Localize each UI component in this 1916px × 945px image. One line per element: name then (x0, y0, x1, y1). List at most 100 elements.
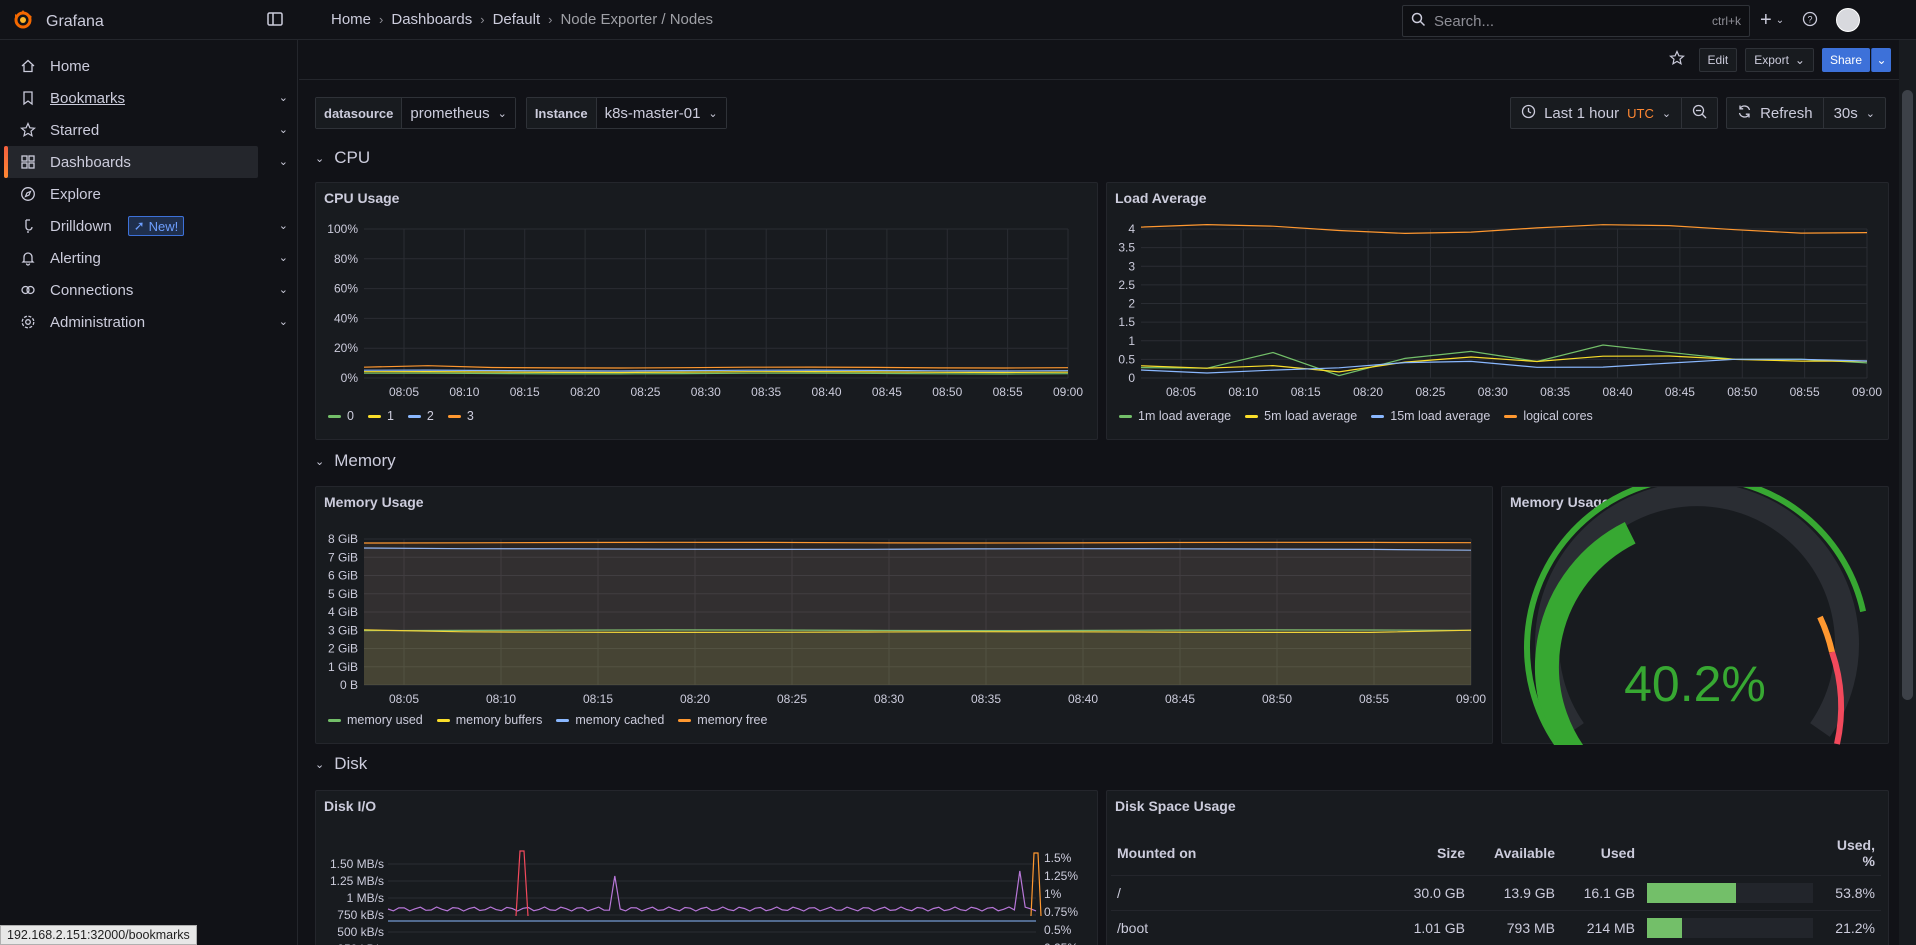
chevron-down-icon[interactable]: ⌄ (279, 123, 288, 136)
x-tick-label: 08:25 (777, 692, 807, 706)
dock-menu-button[interactable] (266, 10, 286, 30)
breadcrumb-dashboards[interactable]: Dashboards (391, 11, 472, 28)
mark-favorite-button[interactable] (1663, 48, 1691, 72)
zoom-out-button[interactable] (1681, 98, 1717, 128)
legend-item[interactable]: 2 (407, 409, 434, 423)
y-tick-label: 4 (1128, 222, 1135, 236)
page-scrollbar[interactable] (1899, 40, 1916, 945)
column-header[interactable]: Size (1371, 831, 1471, 876)
series-line (515, 850, 529, 917)
x-tick-label: 08:05 (1166, 385, 1196, 399)
time-range-button[interactable]: Last 1 hour UTC ⌄ (1511, 98, 1681, 128)
help-button[interactable]: ? (1802, 11, 1818, 30)
export-button[interactable]: Export ⌄ (1745, 47, 1814, 72)
sidebar-item-dashboards[interactable]: Dashboards ⌄ (4, 146, 288, 178)
share-options-button[interactable]: ⌄ (1871, 47, 1891, 72)
sidebar-item-bookmarks[interactable]: Bookmarks ⌄ (6, 82, 288, 114)
y-tick-label: 3 GiB (328, 623, 358, 637)
legend-label: 15m load average (1390, 409, 1491, 423)
refresh-picker[interactable]: Refresh 30s ⌄ (1726, 97, 1886, 129)
sidebar-item-alerting[interactable]: Alerting ⌄ (6, 242, 288, 274)
sidebar-item-explore[interactable]: Explore (6, 178, 258, 210)
export-label: Export (1754, 52, 1789, 67)
legend-item[interactable]: logical cores (1504, 409, 1593, 423)
column-header[interactable]: Used (1561, 831, 1641, 876)
series-line (363, 541, 1472, 544)
mount-cell: /boot (1111, 910, 1371, 945)
chevron-down-icon: ⌄ (1661, 107, 1672, 120)
chevron-down-icon[interactable]: ⌄ (279, 251, 288, 264)
sidebar-item-home[interactable]: Home (6, 50, 258, 82)
legend-label: 5m load average (1264, 409, 1358, 423)
y-tick-label: 100% (327, 222, 358, 236)
legend-item[interactable]: 5m load average (1245, 409, 1357, 423)
panel-memory-usage-gauge[interactable]: Memory Usage 40.2% (1501, 486, 1889, 745)
variable-select[interactable]: prometheus ⌄ (402, 98, 515, 128)
used-percent-cell: 53.8% (1819, 875, 1881, 911)
new-menu-button[interactable]: + ⌄ (1760, 9, 1784, 32)
sidebar-item-drilldown[interactable]: Drilldown ➚ New! ⌄ (6, 210, 288, 242)
breadcrumb-default[interactable]: Default (493, 11, 541, 28)
legend-item[interactable]: memory used (328, 713, 423, 727)
legend-item[interactable]: 1 (367, 409, 394, 423)
column-header[interactable]: Used, % (1819, 831, 1881, 876)
variable-label: Instance (526, 98, 597, 128)
sidebar-item-starred[interactable]: Starred ⌄ (6, 114, 288, 146)
compass-icon (20, 186, 36, 202)
panel-disk-io[interactable]: Disk I/O 250 kB/s500 kB/s750 kB/s1 MB/s1… (315, 790, 1098, 945)
panel-load-average[interactable]: Load Average 0 0.5 1 1.5 2 2.5 3 3.5 4 08:05 08:10… (1106, 182, 1889, 440)
sidebar-item-administration[interactable]: Administration ⌄ (6, 306, 288, 338)
sidebar-item-label: Home (50, 57, 91, 75)
legend-item[interactable]: 15m load average (1371, 409, 1490, 423)
chevron-down-icon[interactable]: ⌄ (279, 155, 288, 168)
user-avatar[interactable] (1836, 8, 1861, 32)
dashboard-toolbar: Edit Export ⌄ Share ⌄ (299, 40, 1899, 80)
sidebar-item-label: Alerting (50, 249, 101, 267)
legend-item[interactable]: 1m load average (1119, 409, 1231, 423)
legend-label: memory buffers (455, 713, 543, 727)
dock-sidebar-icon (266, 12, 284, 31)
legend-item[interactable]: 3 (447, 409, 474, 423)
edit-button[interactable]: Edit (1698, 47, 1738, 72)
panel-disk-space-usage[interactable]: Disk Space Usage Mounted on Size Availab… (1106, 790, 1889, 945)
chevron-down-icon[interactable]: ⌄ (279, 91, 288, 104)
panel-memory-usage-timeseries[interactable]: Memory Usage 0 B1 GiB 2 GiB 3 GiB 4 GiB 5 Gi… (315, 486, 1493, 744)
legend-item[interactable]: memory buffers (436, 713, 543, 727)
column-header[interactable]: Available (1471, 831, 1561, 876)
y-tick-label: 2 (1128, 297, 1135, 311)
row-cpu[interactable]: ⌄ CPU (315, 148, 370, 168)
scrollbar-thumb[interactable] (1902, 90, 1913, 700)
refresh-button[interactable]: Refresh (1727, 98, 1823, 128)
search-bar[interactable]: ctrl+k (1402, 5, 1750, 37)
share-button[interactable]: Share (1821, 47, 1870, 72)
x-tick-label: 08:20 (680, 692, 710, 706)
legend-item[interactable]: memory free (678, 713, 767, 727)
column-header[interactable]: Mounted on (1111, 831, 1371, 876)
time-picker[interactable]: Last 1 hour UTC ⌄ (1510, 97, 1719, 129)
variable-select[interactable]: k8s-master-01 ⌄ (596, 98, 726, 128)
used-percent-cell: 21.2% (1819, 910, 1881, 945)
row-memory[interactable]: ⌄ Memory (315, 451, 396, 471)
status-url: 192.168.2.151:32000/bookmarks (0, 925, 197, 945)
variable-datasource[interactable]: datasource prometheus ⌄ (315, 97, 516, 129)
refresh-label: Refresh (1760, 104, 1813, 122)
chevron-down-icon[interactable]: ⌄ (279, 315, 288, 328)
sidebar-item-label: Explore (50, 185, 101, 203)
search-input[interactable] (1434, 12, 1704, 30)
legend-item[interactable]: 0 (328, 409, 354, 423)
chevron-down-icon[interactable]: ⌄ (279, 219, 288, 232)
brand[interactable]: Grafana (12, 8, 104, 35)
available-cell: 13.9 GB (1471, 875, 1561, 911)
series-line (363, 371, 1069, 374)
timezone-label: UTC (1627, 105, 1654, 121)
chart-legend: 0 1 2 3 (328, 409, 474, 423)
legend-swatch (447, 414, 461, 418)
legend-item[interactable]: memory cached (556, 713, 664, 727)
panel-cpu-usage[interactable]: CPU Usage 0% 20% 40% 60% 80% 100% 08:05 08:10 08… (315, 182, 1098, 440)
refresh-interval-select[interactable]: 30s ⌄ (1822, 98, 1885, 128)
variable-instance[interactable]: Instance k8s-master-01 ⌄ (525, 97, 727, 129)
breadcrumb-home[interactable]: Home (331, 11, 371, 28)
row-disk[interactable]: ⌄ Disk (315, 754, 367, 774)
sidebar-item-connections[interactable]: Connections ⌄ (6, 274, 288, 306)
chevron-down-icon[interactable]: ⌄ (279, 283, 288, 296)
